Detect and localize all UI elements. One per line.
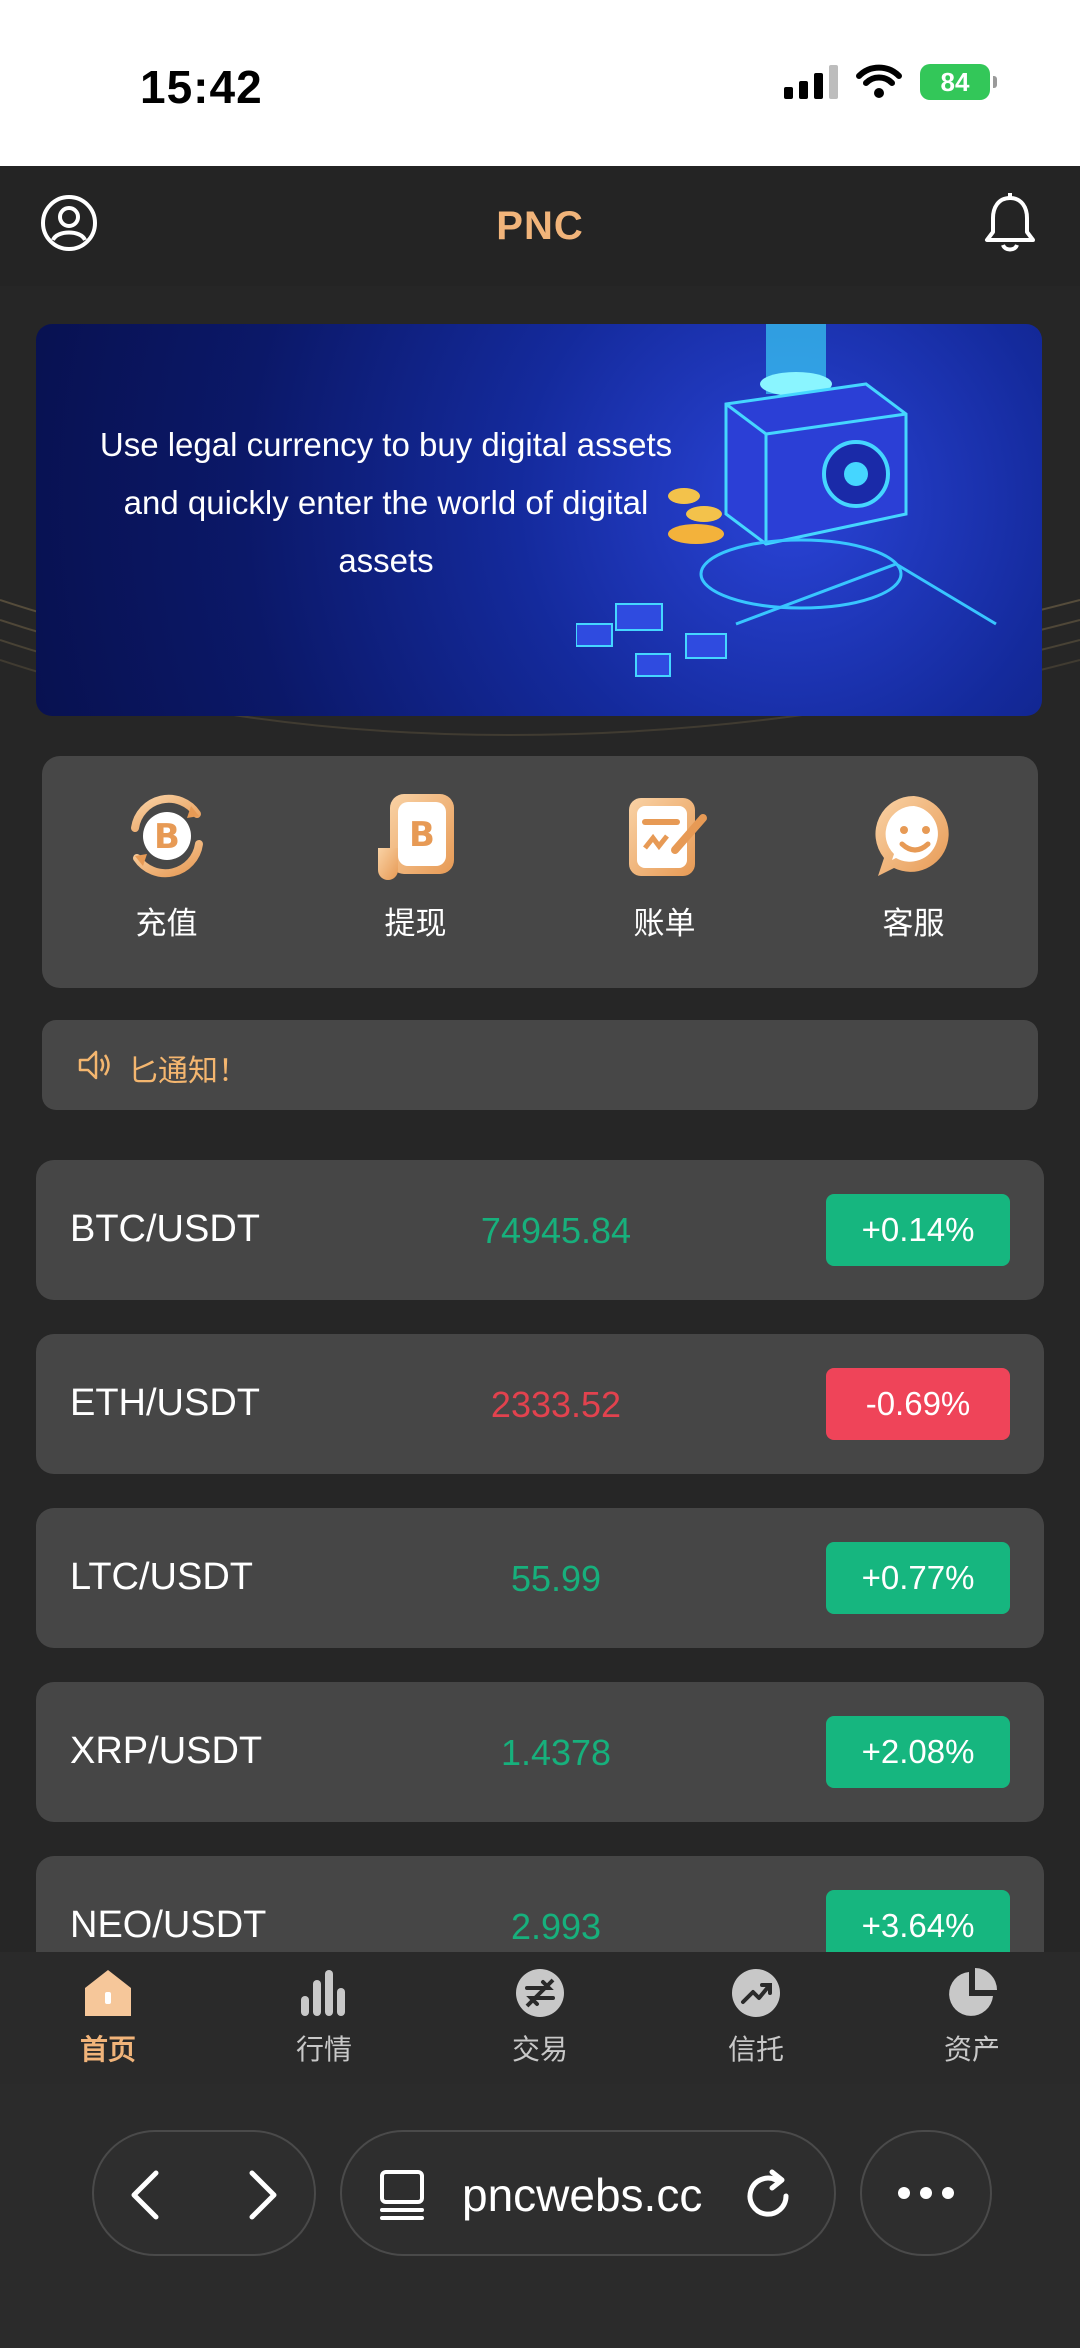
pair-price: 2333.52 — [490, 1384, 622, 1425]
pair-price: 55.99 — [510, 1558, 602, 1599]
pair-price: 1.4378 — [500, 1732, 612, 1773]
market-row-neo[interactable]: NEO/USDT 2.993 +3.64% — [36, 1856, 1044, 1952]
change-badge: -0.69% — [826, 1368, 1010, 1440]
smile-chat-icon — [874, 795, 949, 876]
deposit-button[interactable]: B 充值 — [42, 756, 291, 988]
pair-name: BTC/USDT — [70, 1208, 260, 1250]
bill-button[interactable]: 账单 — [540, 756, 789, 988]
pair-name: NEO/USDT — [70, 1904, 267, 1946]
tab-trade[interactable]: 交易 — [432, 1952, 648, 2084]
home-icon — [85, 1970, 131, 2016]
tab-assets-label: 资产 — [943, 2033, 1000, 2066]
url-text: pncwebs.cc — [462, 2169, 703, 2221]
back-icon[interactable] — [118, 2165, 178, 2225]
bill-label: 账单 — [633, 906, 696, 942]
tab-trust-label: 信托 — [727, 2033, 784, 2066]
tab-market[interactable]: 行情 — [216, 1952, 432, 2084]
app-screen: 15:42 84 PNC Use legal currency to buy d… — [0, 0, 1080, 2348]
battery-level: 84 — [940, 66, 970, 97]
pair-name: XRP/USDT — [70, 1730, 263, 1772]
bars-icon — [301, 1970, 345, 2016]
exchange-icon — [516, 1969, 564, 2017]
change-badge: +0.77% — [826, 1542, 1010, 1614]
bitcoin-cycle-icon: B — [130, 794, 203, 878]
pair-name: ETH/USDT — [70, 1382, 260, 1424]
customer-service-label: 客服 — [882, 906, 945, 942]
tabs-icon[interactable] — [378, 2168, 430, 2222]
quick-menu: B 充值 B 提现 账单 客服 — [42, 756, 1038, 988]
market-list: BTC/USDT 74945.84 +0.14% ETH/USDT 2333.5… — [36, 1160, 1044, 1952]
tab-market-label: 行情 — [295, 2033, 352, 2066]
market-row-btc[interactable]: BTC/USDT 74945.84 +0.14% — [36, 1160, 1044, 1300]
tab-home[interactable]: 首页 — [0, 1952, 216, 2084]
tab-trust[interactable]: 信托 — [648, 1952, 864, 2084]
svg-text:B: B — [409, 815, 435, 855]
more-options-button[interactable] — [860, 2130, 992, 2256]
forward-icon[interactable] — [230, 2165, 290, 2225]
cellular-signal-icon — [784, 65, 838, 99]
app-header: PNC — [0, 166, 1080, 286]
market-row-xrp[interactable]: XRP/USDT 1.4378 +2.08% — [36, 1682, 1044, 1822]
bill-icon — [628, 798, 707, 876]
page-title: PNC — [496, 204, 584, 248]
notice-text: 匕通知！ — [128, 1054, 248, 1089]
address-bar[interactable]: pncwebs.cc — [340, 2130, 836, 2256]
reload-icon[interactable] — [740, 2166, 798, 2224]
withdraw-label: 提现 — [384, 906, 447, 942]
change-badge: +3.64% — [826, 1890, 1010, 1952]
deposit-label: 充值 — [135, 906, 198, 942]
bell-icon[interactable] — [980, 192, 1040, 254]
status-time: 15:42 — [140, 61, 263, 113]
speaker-icon — [78, 1050, 110, 1080]
pie-icon — [949, 1968, 997, 2016]
pair-price: 2.993 — [510, 1906, 602, 1947]
trend-icon — [732, 1969, 780, 2017]
change-badge: +2.08% — [826, 1716, 1010, 1788]
withdraw-button[interactable]: B 提现 — [291, 756, 540, 988]
wifi-icon — [856, 64, 902, 98]
bottom-tab-bar: 首页 行情 交易 信托 资产 — [0, 1952, 1080, 2084]
battery-indicator: 84 — [920, 64, 997, 100]
tab-home-label: 首页 — [79, 2033, 136, 2066]
promo-banner[interactable]: Use legal currency to buy digital assets… — [36, 324, 1042, 716]
pair-price: 74945.84 — [480, 1210, 632, 1251]
status-icons: 84 — [784, 64, 997, 100]
history-nav — [92, 2130, 316, 2256]
customer-service-button[interactable]: 客服 — [789, 756, 1038, 988]
more-dot-icon — [898, 2187, 910, 2199]
tab-trade-label: 交易 — [511, 2033, 568, 2066]
notice-bar[interactable]: 匕通知！ — [42, 1020, 1038, 1110]
more-dot-icon — [942, 2187, 954, 2199]
change-badge: +0.14% — [826, 1194, 1010, 1266]
status-bar: 15:42 84 — [0, 0, 1080, 166]
tab-assets[interactable]: 资产 — [864, 1952, 1080, 2084]
more-dot-icon — [920, 2187, 932, 2199]
market-row-ltc[interactable]: LTC/USDT 55.99 +0.77% — [36, 1508, 1044, 1648]
pair-name: LTC/USDT — [70, 1556, 253, 1598]
market-row-eth[interactable]: ETH/USDT 2333.52 -0.69% — [36, 1334, 1044, 1474]
browser-toolbar: pncwebs.cc — [0, 2084, 1080, 2348]
bitcoin-scroll-icon: B — [377, 794, 454, 880]
banner-text: Use legal currency to buy digital assets… — [99, 426, 673, 579]
svg-text:B: B — [154, 817, 180, 857]
